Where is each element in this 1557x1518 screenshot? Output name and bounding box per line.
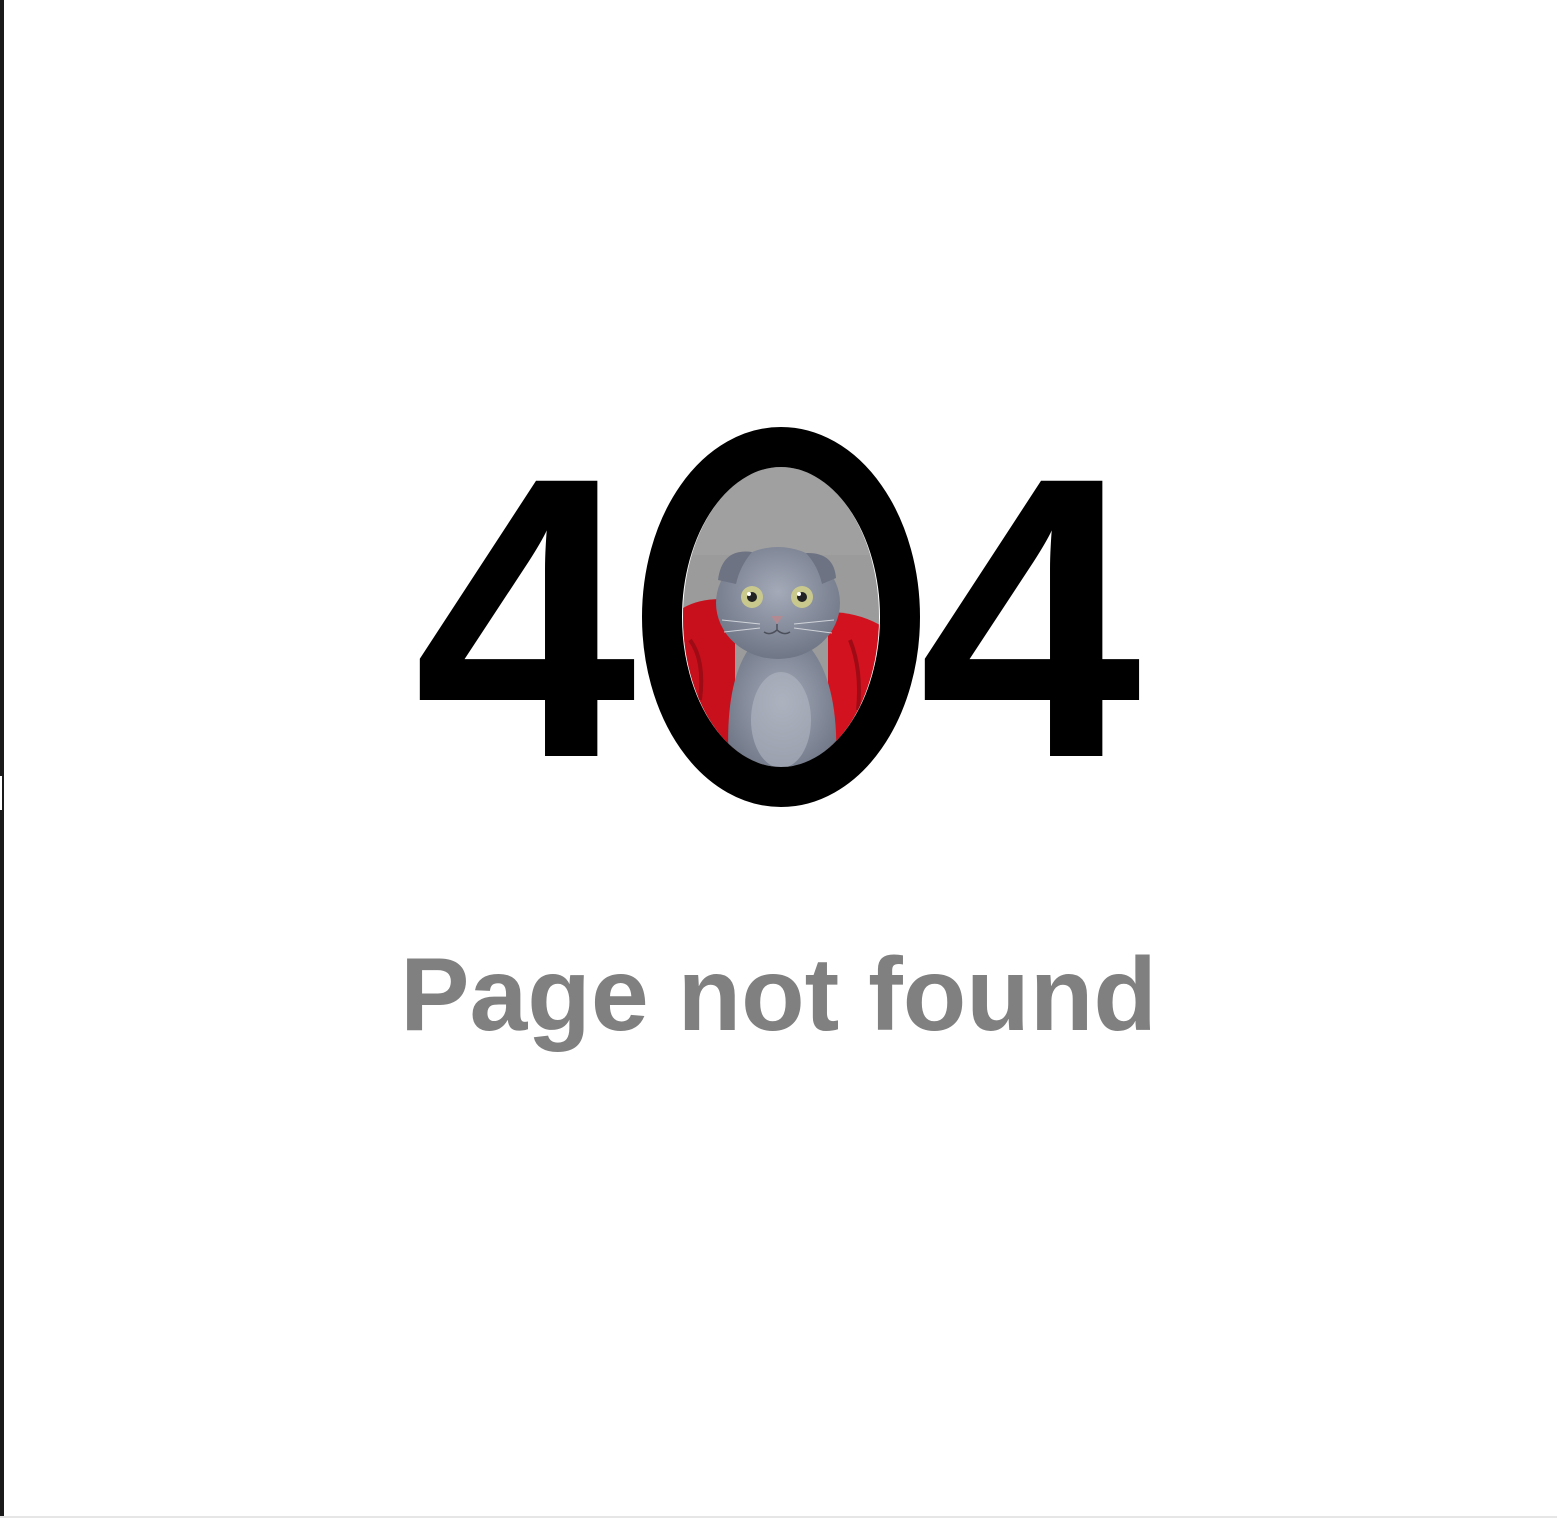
error-message: Page not found: [400, 937, 1157, 1053]
error-hero: 4 4 Page not found: [0, 0, 1557, 1518]
error-code-zero-photo: [642, 427, 920, 807]
error-code-graphic: 4 4: [414, 394, 1144, 841]
error-code-digit-left: 4: [414, 394, 639, 841]
error-code-digit-right: 4: [919, 394, 1144, 841]
